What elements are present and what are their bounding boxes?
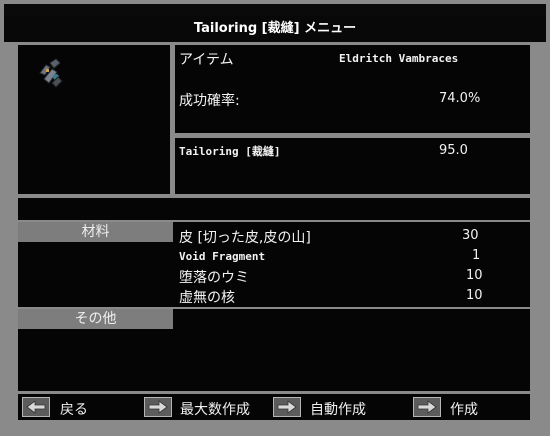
material-qty: 10 xyxy=(466,288,483,303)
skill-panel: Tailoring [裁縫] 95.0 xyxy=(175,138,530,194)
material-name: Void Fragment xyxy=(179,250,266,263)
item-name: Eldritch Vambraces xyxy=(339,52,459,65)
item-icon-panel xyxy=(18,45,170,194)
back-button[interactable] xyxy=(22,397,50,417)
material-qty: 10 xyxy=(466,268,483,283)
item-info-panel: アイテム Eldritch Vambraces 成功確率: 74.0% xyxy=(175,45,530,133)
material-qty: 1 xyxy=(472,248,481,263)
skill-label: Tailoring [裁縫] xyxy=(179,145,281,158)
spacer-panel xyxy=(18,198,530,220)
make-button[interactable] xyxy=(413,397,441,417)
make-max-label[interactable]: 最大数作成 xyxy=(180,399,250,419)
arrow-left-icon xyxy=(26,400,46,414)
make-label[interactable]: 作成 xyxy=(450,399,478,419)
make-max-button[interactable] xyxy=(144,397,172,417)
title-bar: Tailoring [裁縫] メニュー xyxy=(4,16,546,42)
auto-make-button[interactable] xyxy=(273,397,301,417)
window-title: Tailoring [裁縫] メニュー xyxy=(193,21,357,36)
material-name: 堕落のウミ xyxy=(179,270,249,286)
success-value: 74.0% xyxy=(439,91,481,106)
vambraces-icon xyxy=(36,57,66,89)
material-name: 虚無の核 xyxy=(179,290,235,306)
auto-make-label[interactable]: 自動作成 xyxy=(310,399,366,419)
skill-value: 95.0 xyxy=(439,143,468,158)
tailoring-window: Tailoring [裁縫] メニュー アイテム Eldritch Vambra… xyxy=(0,0,550,436)
material-name: 皮 [切った皮,皮の山] xyxy=(179,230,311,246)
back-label[interactable]: 戻る xyxy=(60,399,88,419)
item-label: アイテム xyxy=(179,52,234,68)
success-label: 成功確率: xyxy=(179,93,240,109)
arrow-right-icon xyxy=(277,400,297,414)
materials-section-header: 材料 xyxy=(18,222,173,242)
arrow-right-icon xyxy=(148,400,168,414)
material-qty: 30 xyxy=(462,228,479,243)
arrow-right-icon xyxy=(417,400,437,414)
other-section-header: その他 xyxy=(18,309,173,329)
